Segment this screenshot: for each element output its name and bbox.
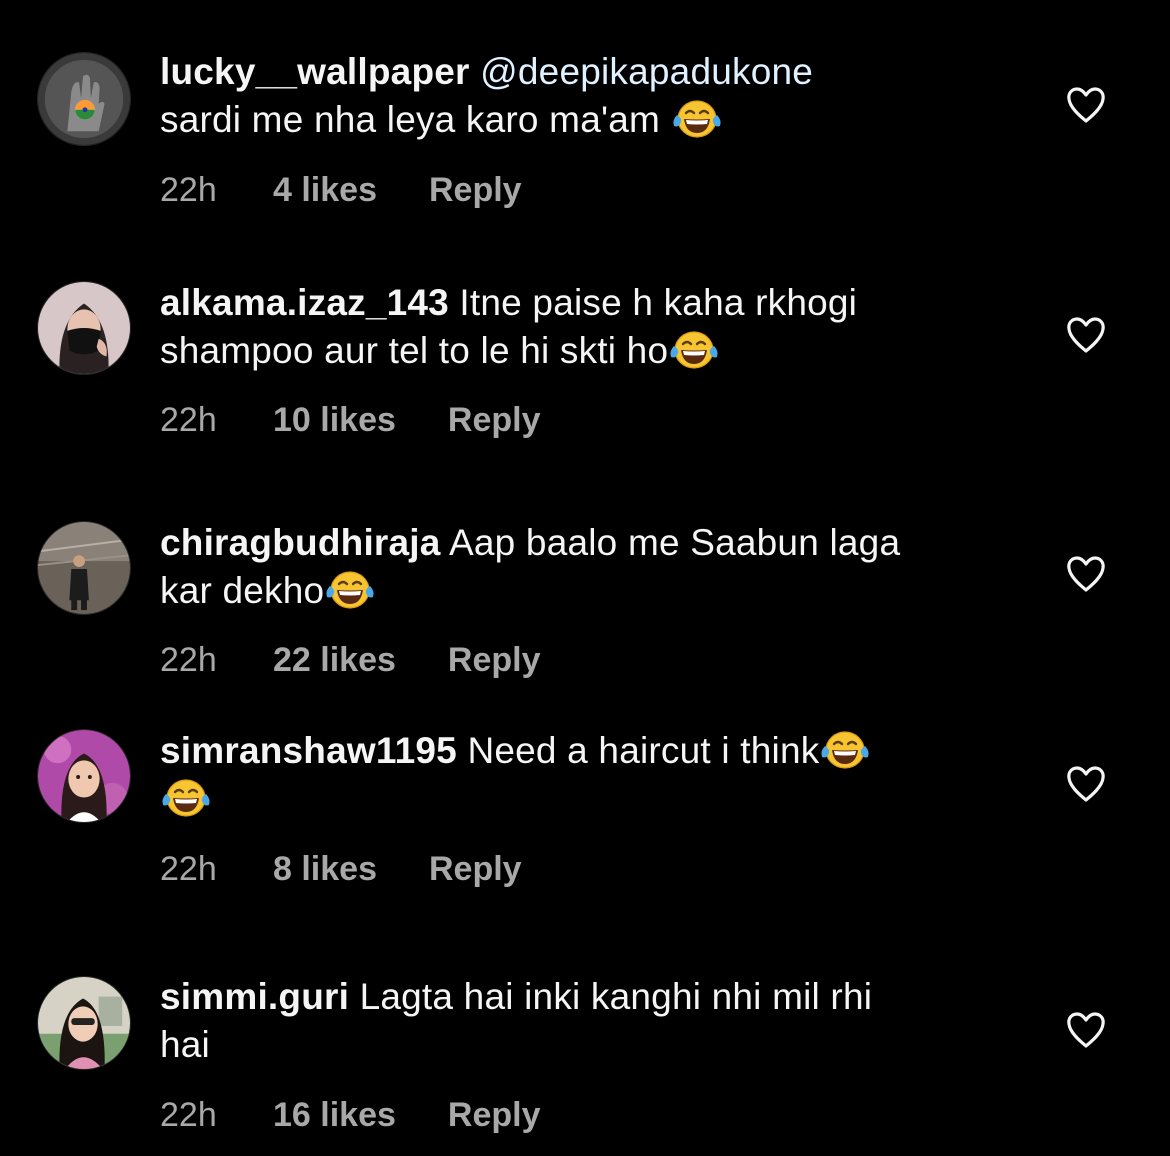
- heart-outline-icon[interactable]: [1066, 555, 1106, 593]
- comment-message: hai: [160, 1024, 210, 1065]
- avatar[interactable]: [37, 52, 131, 146]
- comment-mention[interactable]: @deepikapadukone: [480, 51, 813, 92]
- heart-outline-icon[interactable]: [1066, 765, 1106, 803]
- comment-message: Aap baalo me Saabun laga: [449, 522, 901, 563]
- comment-meta: 22h 22 likes Reply: [160, 640, 540, 680]
- comment-username[interactable]: lucky__wallpaper: [160, 51, 470, 92]
- heart-outline-icon[interactable]: [1066, 1011, 1106, 1049]
- comment-timestamp: 22h: [160, 850, 217, 888]
- reply-button[interactable]: Reply: [448, 1095, 541, 1135]
- comment-timestamp: 22h: [160, 641, 217, 679]
- comment-likes[interactable]: 10 likes: [273, 400, 396, 440]
- comment-likes[interactable]: 22 likes: [273, 640, 396, 680]
- comment-likes[interactable]: 16 likes: [273, 1095, 396, 1135]
- comment-likes[interactable]: 4 likes: [273, 170, 377, 210]
- avatar[interactable]: [37, 521, 131, 615]
- comment-username[interactable]: alkama.izaz_143: [160, 282, 449, 323]
- reply-button[interactable]: Reply: [429, 170, 522, 210]
- heart-outline-icon[interactable]: [1066, 86, 1106, 124]
- comment-message: sardi me nha leya karo ma'am: [160, 99, 661, 140]
- comment-timestamp: 22h: [160, 171, 217, 209]
- comment-meta: 22h 10 likes Reply: [160, 400, 540, 440]
- comment-message: kar dekho: [160, 570, 325, 611]
- face-with-tears-of-joy-emoji: [671, 98, 723, 140]
- comment-message: shampoo aur tel to le hi skti ho: [160, 330, 669, 371]
- avatar[interactable]: [37, 976, 131, 1070]
- reply-button[interactable]: Reply: [448, 640, 541, 680]
- avatar[interactable]: [37, 281, 131, 375]
- comment-meta: 22h 8 likes Reply: [160, 849, 522, 889]
- reply-button[interactable]: Reply: [429, 849, 522, 889]
- reply-button[interactable]: Reply: [448, 400, 541, 440]
- face-with-tears-of-joy-emoji: [324, 569, 376, 611]
- face-with-tears-of-joy-emoji: [819, 729, 871, 771]
- heart-outline-icon[interactable]: [1066, 316, 1106, 354]
- comment-text: simranshaw1195 Need a haircut i think: [160, 727, 1040, 823]
- comment-text: alkama.izaz_143 Itne paise h kaha rkhogi…: [160, 279, 1040, 375]
- face-with-tears-of-joy-emoji: [160, 777, 212, 819]
- comment-timestamp: 22h: [160, 401, 217, 439]
- comment-timestamp: 22h: [160, 1096, 217, 1134]
- avatar[interactable]: [37, 729, 131, 823]
- comment-message: Itne paise h kaha rkhogi: [459, 282, 858, 323]
- comment-meta: 22h 4 likes Reply: [160, 170, 522, 210]
- comment-message: Need a haircut i think: [467, 730, 820, 771]
- comment-username[interactable]: simranshaw1195: [160, 730, 457, 771]
- comment-meta: 22h 16 likes Reply: [160, 1095, 540, 1135]
- comment-text: simmi.guri Lagta hai inki kanghi nhi mil…: [160, 973, 1040, 1069]
- comment-username[interactable]: simmi.guri: [160, 976, 349, 1017]
- comment-text: chiragbudhiraja Aap baalo me Saabun laga…: [160, 519, 1040, 615]
- comment-text: lucky__wallpaper @deepikapadukone sardi …: [160, 48, 1040, 144]
- comment-username[interactable]: chiragbudhiraja: [160, 522, 441, 563]
- face-with-tears-of-joy-emoji: [668, 329, 720, 371]
- comment-message: Lagta hai inki kanghi nhi mil rhi: [359, 976, 873, 1017]
- comment-likes[interactable]: 8 likes: [273, 849, 377, 889]
